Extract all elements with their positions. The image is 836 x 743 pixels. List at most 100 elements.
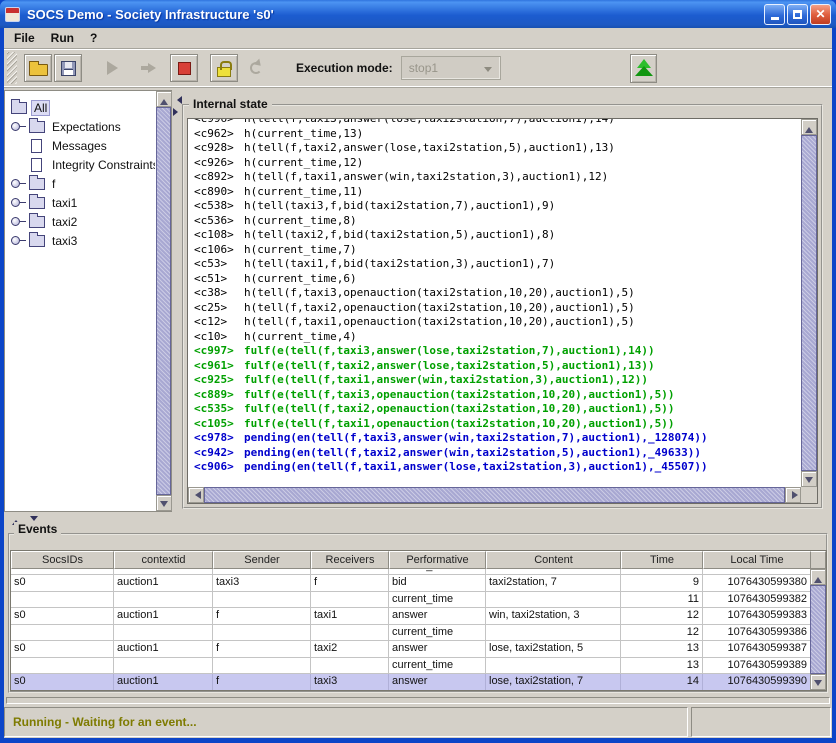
tree-item-taxi2[interactable]: taxi2 xyxy=(6,212,155,231)
maximize-icon xyxy=(793,10,802,19)
event-cell xyxy=(11,658,114,675)
internal-state-panel: Internal state <c996>h(tell(f,taxi3,answ… xyxy=(179,90,828,512)
tree-item-taxi3[interactable]: taxi3 xyxy=(6,231,155,250)
state-line: <c906>pending(en(tell(f,taxi1,answer(los… xyxy=(194,460,801,475)
event-cell: 1076430599386 xyxy=(703,625,810,642)
state-line: <c535>fulf(e(tell(f,taxi2,openauction(ta… xyxy=(194,402,801,417)
tree-item-all[interactable]: All xyxy=(6,98,155,117)
event-cell xyxy=(11,625,114,642)
event-cell: current_time xyxy=(389,658,486,675)
event-row-3[interactable]: s0auction1ftaxi1answerwin, taxi2station,… xyxy=(11,608,810,625)
events-scrollbar[interactable] xyxy=(810,569,826,690)
tree-item-f[interactable]: f xyxy=(6,174,155,193)
internal-state-vscrollbar[interactable] xyxy=(801,119,817,487)
tree-scrollbar[interactable] xyxy=(156,91,171,511)
state-line: <c890>h(current_time,11) xyxy=(194,185,801,200)
toolbar-drag-handle[interactable] xyxy=(7,52,17,84)
event-row-7[interactable]: s0auction1ftaxi3answerlose, taxi2station… xyxy=(11,674,810,690)
lock-button[interactable] xyxy=(210,54,238,82)
events-panel: Events SocsIDscontextidSenderReceiversPe… xyxy=(6,522,830,695)
scrollbar-thumb[interactable] xyxy=(801,135,817,471)
expand-handle-icon[interactable] xyxy=(11,198,20,207)
column-header-content[interactable]: Content xyxy=(486,551,621,569)
event-cell: win, taxi2station, 3 xyxy=(486,608,621,625)
state-line: <c108>h(tell(taxi2,f,bid(taxi2station,5)… xyxy=(194,228,801,243)
scrollbar-thumb[interactable] xyxy=(204,487,785,503)
expand-handle-icon[interactable] xyxy=(11,236,20,245)
society-tree-button[interactable] xyxy=(630,54,657,83)
column-header-performative[interactable]: Performative xyxy=(389,551,486,569)
internal-state-hscrollbar[interactable] xyxy=(188,487,801,503)
scrollbar-thumb[interactable] xyxy=(810,585,826,674)
tree-item-integrity-constraints[interactable]: Integrity Constraints xyxy=(6,155,155,174)
event-cell xyxy=(311,625,389,642)
event-cell: taxi1 xyxy=(311,608,389,625)
event-cell xyxy=(213,658,311,675)
scroll-up-button[interactable] xyxy=(156,91,172,107)
menu-bar: File Run? xyxy=(4,28,832,48)
tree-item-label: Integrity Constraints xyxy=(50,158,155,172)
event-cell: lose, taxi2station, 5 xyxy=(486,641,621,658)
scroll-right-button[interactable] xyxy=(785,487,801,503)
scroll-up-button[interactable] xyxy=(810,569,826,585)
event-cell xyxy=(114,592,213,609)
open-icon xyxy=(29,64,48,76)
event-row-4[interactable]: current_time121076430599386 xyxy=(11,625,810,642)
events-table: SocsIDscontextidSenderReceiversPerformat… xyxy=(10,550,827,691)
scroll-down-button[interactable] xyxy=(801,471,817,487)
internal-state-textarea[interactable]: <c996>h(tell(f,taxi3,answer(lose,taxi2st… xyxy=(188,119,801,487)
state-line: <c536>h(current_time,8) xyxy=(194,214,801,229)
scroll-left-button[interactable] xyxy=(188,487,204,503)
state-line: <c25>h(tell(f,taxi2,openauction(taxi2sta… xyxy=(194,301,801,316)
close-button[interactable]: ✕ xyxy=(810,4,831,25)
minimize-button[interactable] xyxy=(764,4,785,25)
scroll-down-button[interactable] xyxy=(156,495,172,511)
expand-handle-icon[interactable] xyxy=(11,122,20,131)
arrow-left-icon xyxy=(191,491,201,499)
save-button[interactable] xyxy=(54,54,82,82)
chevron-down-icon xyxy=(484,67,492,76)
lock-icon xyxy=(217,67,231,77)
open-button[interactable] xyxy=(24,54,52,82)
tree-item-messages[interactable]: Messages xyxy=(6,136,155,155)
title-bar[interactable]: SOCS Demo - Society Infrastructure 's0' … xyxy=(0,0,836,28)
toolbar-buttons xyxy=(24,54,270,82)
column-header-local-time[interactable]: Local Time xyxy=(703,551,811,569)
status-bar: Running - Waiting for an event... xyxy=(4,707,688,737)
tree-item-label: taxi2 xyxy=(50,215,79,229)
column-header-contextid[interactable]: contextid xyxy=(114,551,213,569)
event-cell: bid xyxy=(389,575,486,592)
save-icon xyxy=(61,61,76,76)
column-header-time[interactable]: Time xyxy=(621,551,703,569)
execution-mode-value: stop1 xyxy=(409,61,438,75)
event-row-5[interactable]: s0auction1ftaxi2answerlose, taxi2station… xyxy=(11,641,810,658)
event-cell: taxi3 xyxy=(311,674,389,690)
column-header-receivers[interactable]: Receivers xyxy=(311,551,389,569)
menu-file[interactable]: File xyxy=(14,31,35,45)
state-line: <c928>h(tell(f,taxi2,answer(lose,taxi2st… xyxy=(194,141,801,156)
tree-item-taxi1[interactable]: taxi1 xyxy=(6,193,155,212)
scroll-up-button[interactable] xyxy=(801,119,817,135)
stop-button[interactable] xyxy=(170,54,198,82)
event-row-2[interactable]: current_time111076430599382 xyxy=(11,592,810,609)
event-row-6[interactable]: current_time131076430599389 xyxy=(11,658,810,675)
state-line: <c997>fulf(e(tell(f,taxi3,answer(lose,ta… xyxy=(194,344,801,359)
scrollbar-thumb[interactable] xyxy=(156,107,171,495)
event-cell: 14 xyxy=(621,674,703,690)
column-header-sender[interactable]: Sender xyxy=(213,551,311,569)
scroll-down-button[interactable] xyxy=(810,674,826,690)
expand-handle-icon[interactable] xyxy=(11,217,20,226)
column-header-socsids[interactable]: SocsIDs xyxy=(11,551,114,569)
event-cell xyxy=(486,625,621,642)
menu-run[interactable]: Run xyxy=(51,31,74,45)
horizontal-splitter[interactable] xyxy=(4,512,832,522)
expand-handle-icon[interactable] xyxy=(11,179,20,188)
event-row-1[interactable]: s0auction1taxi3fbidtaxi2station, 7910764… xyxy=(11,575,810,592)
maximize-button[interactable] xyxy=(787,4,808,25)
tree-item-label: Expectations xyxy=(50,120,123,134)
menu-item[interactable]: ? xyxy=(90,31,97,45)
document-icon xyxy=(31,158,42,172)
state-line: <c925>fulf(e(tell(f,taxi1,answer(win,tax… xyxy=(194,373,801,388)
arrow-up-icon xyxy=(814,573,822,583)
tree-item-expectations[interactable]: Expectations xyxy=(6,117,155,136)
